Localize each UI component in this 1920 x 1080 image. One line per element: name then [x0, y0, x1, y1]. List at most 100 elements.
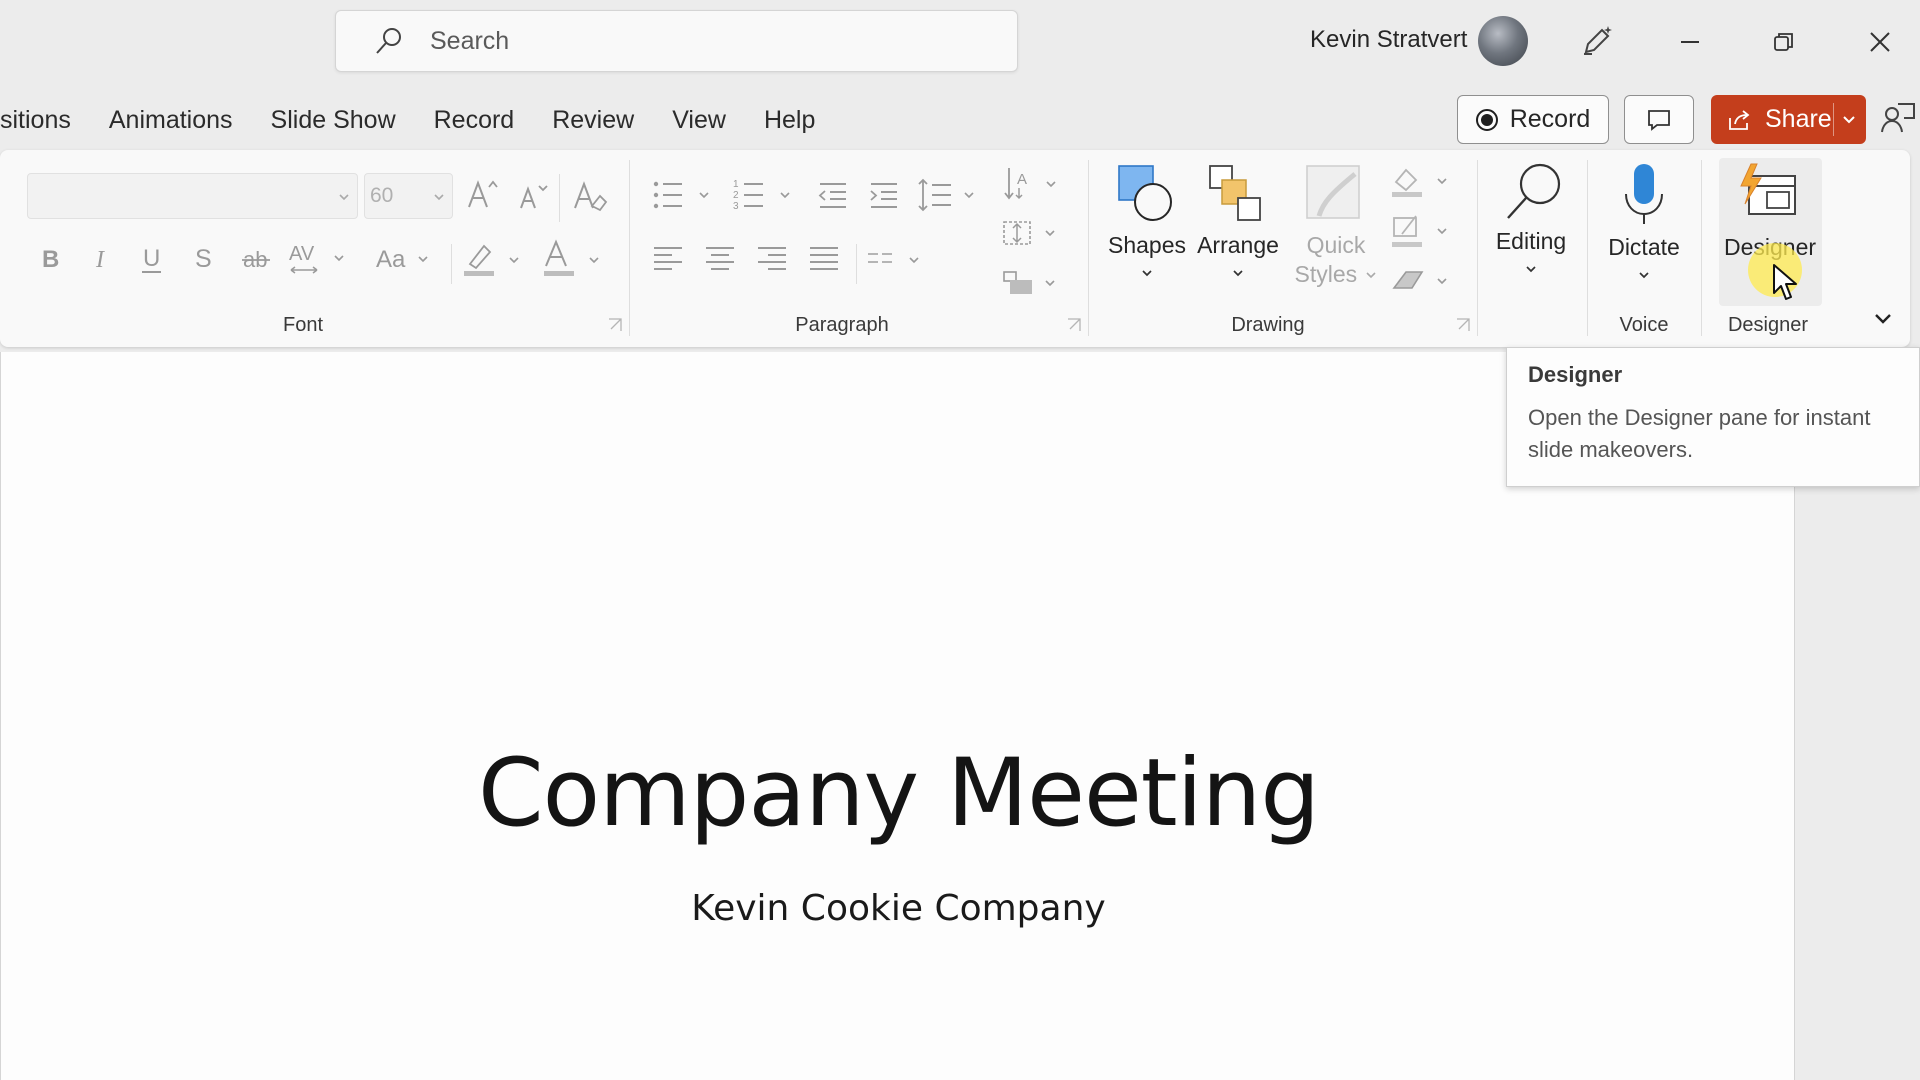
font-name-dropdown[interactable] — [27, 173, 358, 219]
svg-text:S: S — [195, 245, 212, 273]
comments-button[interactable] — [1624, 95, 1694, 144]
chevron-down-icon[interactable] — [1870, 306, 1896, 332]
svg-text:AV: AV — [289, 243, 315, 265]
quick-styles-icon[interactable] — [1305, 164, 1365, 226]
present-user-icon[interactable] — [1880, 100, 1916, 136]
tab-record[interactable]: Record — [434, 106, 515, 135]
share-icon — [1729, 109, 1750, 130]
shapes-label: Shapes — [1108, 232, 1187, 258]
divider — [451, 244, 452, 284]
line-spacing-icon[interactable] — [917, 176, 979, 214]
chevron-down-icon — [1142, 270, 1152, 277]
microphone-icon[interactable] — [1622, 162, 1666, 228]
avatar[interactable] — [1478, 16, 1528, 66]
highlight-color-icon[interactable] — [462, 238, 526, 278]
tooltip-title: Designer — [1528, 362, 1623, 387]
increase-indent-icon[interactable] — [867, 178, 901, 212]
bullets-icon[interactable] — [652, 176, 714, 214]
font-color-icon[interactable] — [542, 238, 606, 278]
arrange-button[interactable]: Arrange — [1196, 232, 1280, 287]
divider — [856, 244, 857, 284]
align-right-icon[interactable] — [756, 242, 790, 276]
italic-icon[interactable]: I — [90, 243, 114, 273]
text-direction-icon[interactable]: A — [1003, 164, 1061, 204]
record-button[interactable]: Record — [1457, 95, 1609, 144]
align-left-icon[interactable] — [652, 242, 686, 276]
dialog-launcher-icon[interactable] — [607, 317, 623, 333]
search-icon — [376, 28, 401, 54]
underline-icon[interactable]: U — [139, 243, 165, 275]
svg-text:U: U — [143, 245, 160, 272]
search-box[interactable]: Search — [335, 10, 1018, 72]
tab-view[interactable]: View — [672, 106, 726, 135]
dictate-button[interactable]: Dictate — [1600, 234, 1688, 289]
record-label: Record — [1509, 105, 1591, 133]
font-size-dropdown[interactable]: 60 — [364, 173, 453, 219]
minimize-icon — [1681, 41, 1699, 43]
slide-subtitle[interactable]: Kevin Cookie Company — [1, 888, 1796, 929]
dialog-launcher-icon[interactable] — [1455, 317, 1471, 333]
arrange-label: Arrange — [1197, 232, 1279, 258]
chevron-down-icon — [339, 194, 349, 201]
chevron-down-icon[interactable] — [1839, 109, 1859, 129]
character-spacing-icon[interactable]: AV — [287, 240, 351, 276]
group-label-drawing: Drawing — [1231, 314, 1305, 336]
ribbon: 60 B I U S ab AV Aa Font 1 2 3 A Paragra… — [0, 150, 1910, 347]
svg-text:1: 1 — [733, 179, 739, 190]
group-label-designer: Designer — [1727, 314, 1809, 336]
justify-icon[interactable] — [808, 242, 842, 276]
font-size-value: 60 — [370, 184, 394, 207]
chevron-down-icon — [1526, 266, 1536, 273]
text-shadow-icon[interactable]: S — [191, 243, 217, 275]
svg-text:2: 2 — [733, 190, 739, 201]
close-icon — [1870, 32, 1890, 52]
shape-fill-icon[interactable] — [1390, 162, 1454, 200]
grow-font-icon[interactable] — [466, 177, 500, 211]
mouse-cursor-icon — [1773, 264, 1797, 300]
quick-styles-button[interactable]: Quick Styles — [1290, 232, 1382, 288]
slide-title[interactable]: Company Meeting — [1, 739, 1796, 848]
tab-transitions[interactable]: sitions — [0, 106, 71, 135]
quick-styles-label-1: Quick — [1306, 232, 1366, 258]
ribbon-tabs: sitions Animations Slide Show Record Rev… — [0, 96, 853, 144]
align-text-icon[interactable] — [1000, 216, 1062, 250]
group-divider — [1477, 160, 1478, 336]
group-divider — [629, 160, 630, 336]
columns-icon[interactable] — [866, 246, 926, 276]
chevron-down-icon — [1639, 272, 1649, 279]
quick-styles-label-2: Styles — [1294, 261, 1358, 287]
svg-text:B: B — [42, 246, 59, 273]
close-button[interactable] — [1858, 20, 1902, 64]
group-divider — [1701, 160, 1702, 336]
align-center-icon[interactable] — [704, 242, 738, 276]
tab-review[interactable]: Review — [552, 106, 634, 135]
shrink-font-icon[interactable] — [518, 180, 550, 212]
group-label-voice: Voice — [1619, 314, 1669, 336]
tab-help[interactable]: Help — [764, 106, 815, 135]
restore-button[interactable] — [1762, 20, 1806, 64]
designer-icon[interactable] — [1737, 162, 1801, 224]
share-button[interactable]: Share — [1711, 95, 1866, 144]
numbering-icon[interactable]: 123 — [733, 176, 795, 214]
arrange-icon[interactable] — [1208, 164, 1268, 226]
share-label: Share — [1765, 105, 1832, 133]
shapes-button[interactable]: Shapes — [1108, 232, 1186, 287]
pen-sparkle-icon[interactable] — [1580, 24, 1614, 58]
bold-icon[interactable]: B — [38, 243, 62, 273]
find-icon[interactable] — [1502, 160, 1566, 224]
shape-effects-icon[interactable] — [1390, 262, 1454, 300]
smartart-icon[interactable] — [1000, 266, 1062, 300]
decrease-indent-icon[interactable] — [816, 178, 850, 212]
divider — [559, 174, 560, 222]
editing-button[interactable]: Editing — [1488, 228, 1574, 283]
dialog-launcher-icon[interactable] — [1066, 317, 1082, 333]
tab-animations[interactable]: Animations — [109, 106, 233, 135]
minimize-button[interactable] — [1668, 20, 1712, 64]
strikethrough-icon[interactable]: ab — [240, 243, 272, 275]
change-case-icon[interactable]: Aa — [374, 243, 436, 275]
tab-slide-show[interactable]: Slide Show — [271, 106, 396, 135]
shape-outline-icon[interactable] — [1390, 212, 1454, 250]
clear-formatting-icon[interactable] — [572, 178, 608, 214]
shapes-icon[interactable] — [1117, 164, 1177, 226]
user-name[interactable]: Kevin Stratvert — [1310, 26, 1467, 54]
